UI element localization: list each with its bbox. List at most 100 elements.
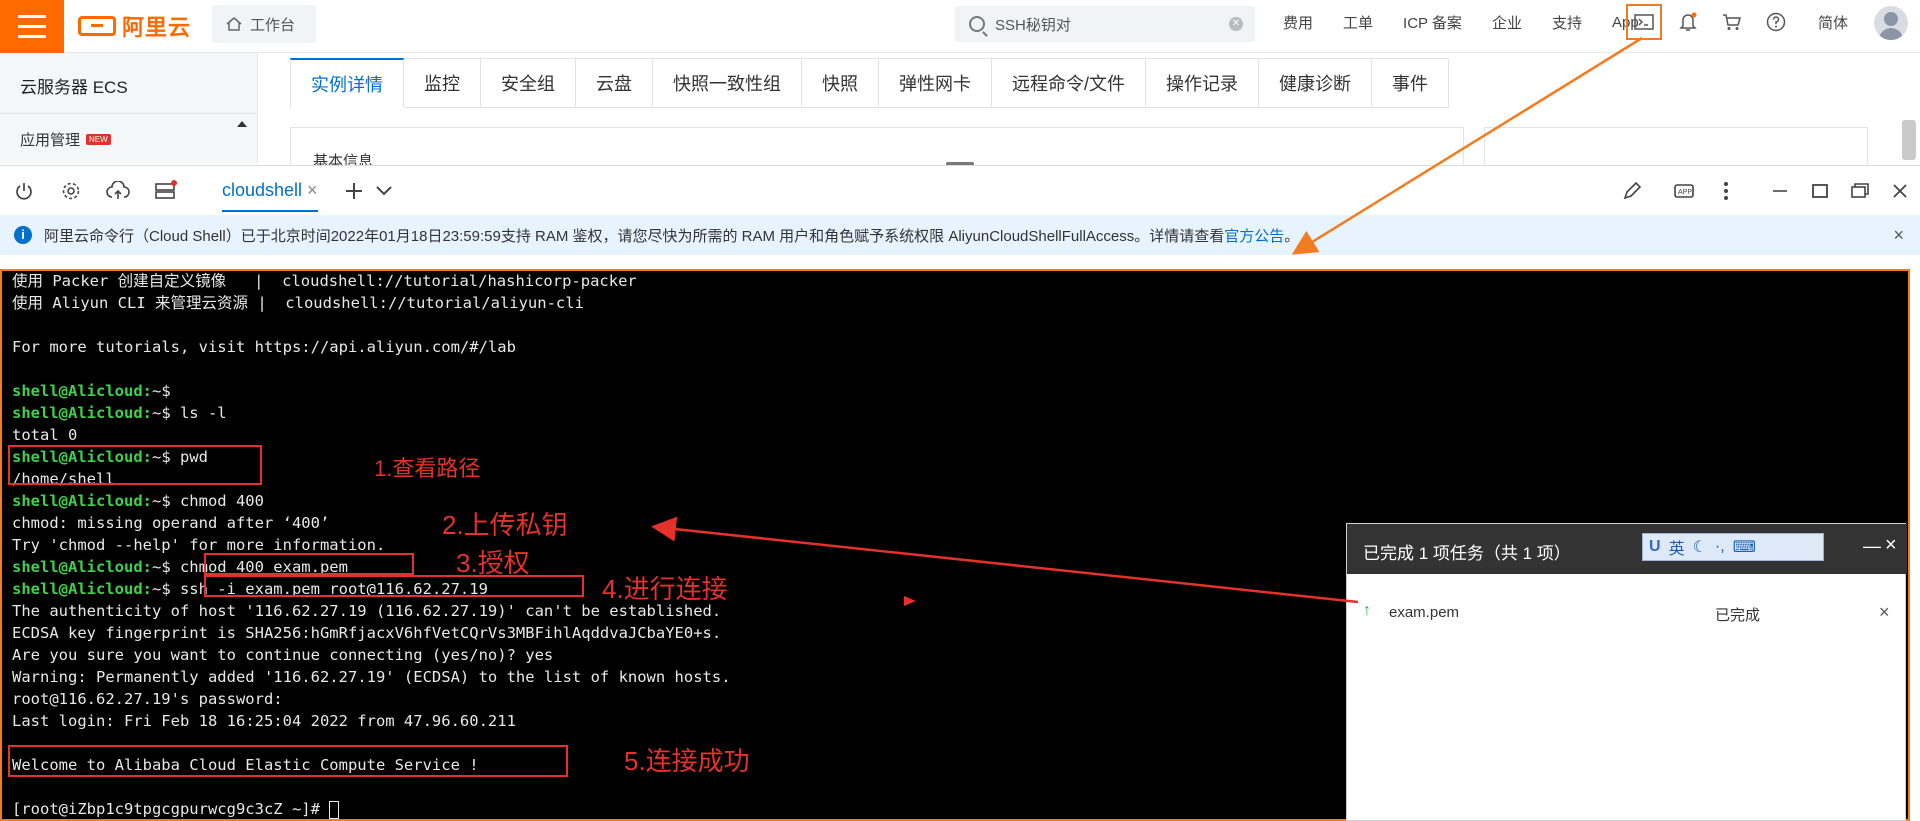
upload-status: 已完成: [1715, 607, 1761, 624]
terminal-line-text: 使用 Aliyun CLI 来管理云资源 | cloudshell://tuto…: [12, 294, 584, 312]
terminal-line: shell@Alicloud:~$ ls -l: [12, 403, 227, 423]
close-shell-icon[interactable]: [1888, 179, 1912, 203]
basic-info-card: 基本信息: [290, 127, 1464, 170]
workbench-button[interactable]: 工作台: [212, 5, 316, 43]
clear-search-icon[interactable]: ✕: [1229, 17, 1243, 31]
tab-monitoring[interactable]: 监控: [404, 58, 481, 108]
sidebar-item-label: 应用管理: [20, 132, 81, 149]
terminal-line-text: ~$ ls -l: [151, 404, 227, 422]
pwd-highlight-box: [8, 445, 262, 485]
bell-icon[interactable]: [1670, 4, 1706, 40]
avatar[interactable]: [1874, 6, 1908, 40]
language-switch[interactable]: 简体: [1818, 12, 1848, 33]
terminal-line: total 0: [12, 425, 77, 445]
new-badge: NEW: [86, 134, 111, 145]
terminal-line: Warning: Permanently added '116.62.27.19…: [12, 667, 731, 687]
tab-health-diagnosis[interactable]: 健康诊断: [1259, 58, 1373, 108]
terminal-line-text: Warning: Permanently added '116.62.27.19…: [12, 668, 731, 686]
sidebar-divider: [0, 113, 258, 114]
edit-pen-icon[interactable]: [1620, 179, 1644, 203]
logo-text: 阿里云: [122, 15, 192, 40]
annotation-step4: 4.进行连接: [602, 574, 728, 604]
terminal-line-text: ~$ chmod 400: [151, 492, 264, 510]
tab-operation-logs[interactable]: 操作记录: [1146, 58, 1260, 108]
ime-toolbar[interactable]: U 英 ☾ ·, ⌨: [1642, 533, 1824, 561]
tab-remote-commands[interactable]: 远程命令/文件: [992, 58, 1147, 108]
terminal-line: chmod: missing operand after ‘400’: [12, 513, 329, 533]
cloud-upload-icon[interactable]: [106, 179, 130, 203]
tab-active-indicator: [222, 210, 318, 212]
tab-eni[interactable]: 弹性网卡: [879, 58, 992, 108]
search-value: SSH秘钥对: [995, 16, 1071, 34]
settings-gear-icon[interactable]: [59, 179, 83, 203]
punct-icon[interactable]: ·,: [1715, 538, 1725, 556]
tab-security-group[interactable]: 安全组: [481, 58, 576, 108]
aliyun-logo[interactable]: 阿里云: [78, 10, 191, 42]
top-nav: 费用 工单 ICP 备案 企业 支持 App: [1268, 0, 1654, 44]
info-icon: i: [14, 226, 32, 244]
maximize-icon[interactable]: [1808, 179, 1832, 203]
terminal-line: shell@Alicloud:~$: [12, 381, 171, 401]
upload-file-name: exam.pem: [1389, 604, 1460, 621]
tab-events[interactable]: 事件: [1372, 58, 1450, 108]
sidebar: 云服务器 ECS 应用管理 NEW: [0, 53, 258, 163]
cloudshell-terminal-icon[interactable]: [1626, 4, 1662, 40]
minimize-icon[interactable]: [1768, 179, 1792, 203]
shell-prompt: shell@Alicloud:: [12, 404, 152, 422]
sidebar-item-app-management[interactable]: 应用管理 NEW: [20, 129, 111, 150]
storage-icon[interactable]: [154, 179, 178, 203]
nav-fees[interactable]: 费用: [1283, 12, 1313, 33]
terminal-line: 使用 Packer 创建自定义镜像 | cloudshell://tutoria…: [12, 271, 637, 291]
chevron-down-icon[interactable]: [372, 179, 396, 203]
tab-snapshot-consistency-group[interactable]: 快照一致性组: [653, 58, 802, 108]
shell-prompt: shell@Alicloud:: [12, 382, 152, 400]
tab-cloudshell[interactable]: cloudshell: [222, 180, 302, 201]
moon-icon[interactable]: ☾: [1693, 537, 1707, 557]
terminal-line: 使用 Aliyun CLI 来管理云资源 | cloudshell://tuto…: [12, 293, 584, 313]
terminal-line: shell@Alicloud:~$ chmod 400: [12, 491, 264, 511]
cart-icon[interactable]: [1714, 4, 1750, 40]
side-info-card: [1484, 127, 1868, 167]
notice-link[interactable]: 官方公告: [1224, 225, 1284, 246]
terminal-line: ECDSA key fingerprint is SHA256:hGmRfjac…: [12, 623, 721, 643]
hamburger-menu-button[interactable]: [0, 0, 64, 53]
remove-task-icon[interactable]: ×: [1879, 602, 1890, 623]
app-icon[interactable]: APP: [1672, 179, 1696, 203]
nav-enterprise[interactable]: 企业: [1492, 12, 1522, 33]
close-dialog-icon[interactable]: ×: [1885, 534, 1897, 557]
restore-window-icon[interactable]: [1848, 179, 1872, 203]
tab-instance-details[interactable]: 实例详情: [290, 58, 404, 108]
tab-snapshots[interactable]: 快照: [802, 58, 879, 108]
keyboard-icon[interactable]: ⌨: [1733, 537, 1756, 557]
upload-dialog-title: 已完成 1 项任务（共 1 项）: [1363, 544, 1571, 563]
collapse-caret-icon[interactable]: [237, 121, 247, 127]
aliyun-logo-icon: [78, 16, 116, 36]
sidebar-product-title: 云服务器 ECS: [20, 78, 128, 97]
help-icon[interactable]: [1758, 4, 1794, 40]
minimize-dialog-icon[interactable]: —: [1863, 536, 1881, 557]
shell-prompt: shell@Alicloud:: [12, 580, 152, 598]
nav-support[interactable]: 支持: [1552, 12, 1582, 33]
terminal-line: Try 'chmod --help' for more information.: [12, 535, 385, 555]
terminal-line-text: ~$: [151, 382, 171, 400]
upload-arrow-icon: ↑: [1363, 602, 1371, 619]
terminal-line-text: Try 'chmod --help' for more information.: [12, 536, 386, 554]
home-icon: [226, 17, 242, 31]
power-icon[interactable]: [12, 179, 36, 203]
search-icon: [969, 16, 985, 32]
page-scrollbar[interactable]: [1902, 120, 1916, 160]
chmod-highlight-box: [204, 553, 414, 575]
tab-disks[interactable]: 云盘: [576, 58, 653, 108]
nav-tickets[interactable]: 工单: [1343, 12, 1373, 33]
terminal-line-text: root@116.62.27.19's password:: [12, 690, 283, 708]
search-input[interactable]: SSH秘钥对 ✕: [955, 6, 1255, 42]
more-vertical-icon[interactable]: [1714, 179, 1738, 203]
terminal-line-text: [root@iZbp1c9tpgcgpurwcg9c3cZ ~]#: [12, 800, 330, 818]
add-tab-icon[interactable]: [342, 179, 366, 203]
ime-lang[interactable]: 英: [1669, 535, 1685, 559]
notice-text: 阿里云命令行（Cloud Shell）已于北京时间2022年01月18日23:5…: [44, 227, 1225, 245]
nav-icp[interactable]: ICP 备案: [1403, 12, 1462, 33]
close-tab-icon[interactable]: ×: [307, 180, 318, 201]
terminal-line: Are you sure you want to continue connec…: [12, 645, 553, 665]
close-notice-icon[interactable]: ×: [1893, 225, 1904, 246]
